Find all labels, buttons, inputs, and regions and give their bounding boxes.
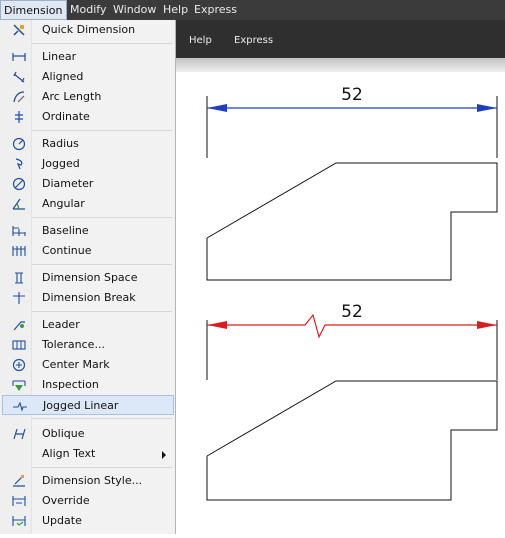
- update-icon: [12, 514, 26, 528]
- menu-item-radius[interactable]: Radius: [2, 134, 174, 154]
- menu-item-label: Jogged: [42, 157, 80, 170]
- menu-item-label: Quick Dimension: [42, 23, 136, 36]
- menu-item-jogged-linear[interactable]: Jogged Linear: [2, 395, 174, 415]
- ribbon-tab-help[interactable]: Help: [189, 35, 212, 46]
- menu-item-label: Tolerance...: [42, 338, 105, 351]
- menu-bar: Dimension Modify Window Help Express: [0, 0, 505, 20]
- menu-separator: [32, 311, 172, 312]
- menu-express[interactable]: Express: [194, 0, 237, 20]
- jogged-icon: [12, 157, 26, 171]
- menu-item-leader[interactable]: Leader: [2, 315, 174, 335]
- menu-item-baseline[interactable]: Baseline: [2, 221, 174, 241]
- ribbon-tabs: Help Express: [175, 20, 505, 58]
- center-mark-icon: [12, 358, 26, 372]
- menu-item-continue[interactable]: Continue: [2, 241, 174, 261]
- drawing-svg: 52 52: [206, 85, 498, 501]
- menu-item-label: Jogged Linear: [43, 399, 119, 412]
- menu-separator: [32, 467, 172, 468]
- menu-item-arc-length[interactable]: Arc Length: [2, 87, 174, 107]
- dimension-break-icon: [12, 291, 26, 305]
- part-outline-bottom[interactable]: [206, 380, 498, 501]
- submenu-arrow-icon: [162, 451, 166, 459]
- quick-dimension-icon: [12, 23, 26, 37]
- menu-item-tolerance[interactable]: Tolerance...: [2, 335, 174, 355]
- ribbon-tab-express[interactable]: Express: [234, 35, 273, 46]
- menu-dimension[interactable]: Dimension: [0, 0, 67, 20]
- menu-item-oblique[interactable]: Oblique: [2, 424, 174, 444]
- dimension-text: 52: [341, 85, 363, 105]
- arrowhead-right: [477, 104, 497, 112]
- menu-item-angular[interactable]: Angular: [2, 194, 174, 214]
- menu-item-align-text[interactable]: Align Text: [2, 444, 174, 464]
- arc-length-icon: [12, 90, 26, 104]
- tolerance-icon: [12, 338, 26, 352]
- continue-icon: [12, 244, 26, 258]
- diameter-icon: [12, 177, 26, 191]
- ribbon-panel-edge: [175, 58, 505, 72]
- menu-window[interactable]: Window: [113, 0, 156, 20]
- menu-item-label: Update: [42, 514, 82, 527]
- dimension-space-icon: [12, 271, 26, 285]
- menu-item-label: Radius: [42, 137, 79, 150]
- menu-item-aligned[interactable]: Aligned: [2, 67, 174, 87]
- menu-item-label: Continue: [42, 244, 92, 257]
- menu-item-label: Center Mark: [42, 358, 110, 371]
- menu-item-label: Aligned: [42, 70, 84, 83]
- menu-item-linear[interactable]: Linear: [2, 47, 174, 67]
- menu-item-label: Arc Length: [42, 90, 102, 103]
- menu-item-dimension-style[interactable]: Dimension Style...: [2, 471, 174, 491]
- menu-item-label: Leader: [42, 318, 80, 331]
- radius-icon: [12, 137, 26, 151]
- menu-separator: [32, 43, 172, 44]
- top-linear-dimension[interactable]: 52: [206, 85, 498, 158]
- menu-modify[interactable]: Modify: [70, 0, 106, 20]
- aligned-icon: [12, 70, 26, 84]
- arrowhead-left: [207, 104, 227, 112]
- menu-item-inspection[interactable]: Inspection: [2, 375, 174, 395]
- menu-item-label: Angular: [42, 197, 85, 210]
- arrowhead-right: [477, 321, 497, 329]
- ordinate-icon: [12, 110, 26, 124]
- menu-item-center-mark[interactable]: Center Mark: [2, 355, 174, 375]
- menu-item-label: Diameter: [42, 177, 94, 190]
- menu-item-jogged[interactable]: Jogged: [2, 154, 174, 174]
- dimension-style-icon: [12, 474, 26, 488]
- menu-help[interactable]: Help: [163, 0, 188, 20]
- menu-item-ordinate[interactable]: Ordinate: [2, 107, 174, 127]
- menu-item-update[interactable]: Update: [2, 511, 174, 531]
- menu-item-diameter[interactable]: Diameter: [2, 174, 174, 194]
- menu-item-label: Dimension Space: [42, 271, 138, 284]
- menu-item-label: Inspection: [42, 378, 99, 391]
- baseline-icon: [12, 224, 26, 238]
- menu-item-quick-dimension[interactable]: Quick Dimension: [2, 20, 174, 40]
- menu-separator: [32, 264, 172, 265]
- menu-item-label: Oblique: [42, 427, 85, 440]
- leader-icon: [12, 318, 26, 332]
- menu-item-dimension-space[interactable]: Dimension Space: [2, 268, 174, 288]
- menu-separator: [32, 418, 172, 419]
- menu-item-label: Dimension Break: [42, 291, 136, 304]
- jogged-linear-dimension[interactable]: 52: [206, 302, 498, 380]
- menu-separator: [32, 130, 172, 131]
- arrowhead-left: [207, 321, 227, 329]
- menu-item-override[interactable]: Override: [2, 491, 174, 511]
- menu-item-label: Ordinate: [42, 110, 90, 123]
- menu-item-dimension-break[interactable]: Dimension Break: [2, 288, 174, 308]
- part-outline-top[interactable]: [206, 162, 498, 281]
- dimension-text: 52: [341, 302, 363, 322]
- oblique-icon: [12, 427, 26, 441]
- menu-item-label: Override: [42, 494, 90, 507]
- linear-icon: [12, 50, 26, 64]
- drawing-canvas[interactable]: 52 52: [175, 72, 505, 534]
- menu-item-label: Baseline: [42, 224, 89, 237]
- menu-item-label: Dimension Style...: [42, 474, 143, 487]
- inspection-icon: [12, 378, 26, 392]
- dimension-dropdown-menu: Quick Dimension Linear Aligned Arc Lengt…: [0, 20, 176, 534]
- jogged-linear-icon: [13, 399, 27, 413]
- menu-item-label: Linear: [42, 50, 77, 63]
- override-icon: [12, 494, 26, 508]
- menu-item-label: Align Text: [42, 447, 96, 460]
- angular-icon: [12, 197, 26, 211]
- menu-separator: [32, 217, 172, 218]
